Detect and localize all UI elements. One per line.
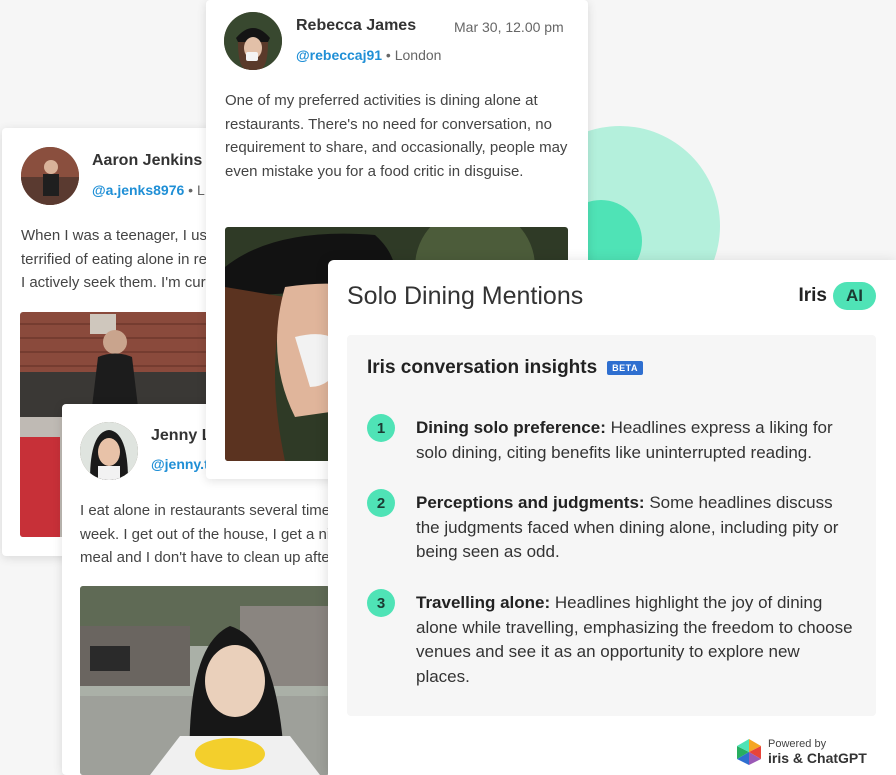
ai-badge: AI <box>833 282 876 310</box>
author-name[interactable]: Rebecca James <box>296 17 416 35</box>
avatar-photo <box>80 422 138 480</box>
powered-by-label: Powered by <box>768 738 827 750</box>
insight-heading: Perceptions and judgments: <box>416 493 645 512</box>
insights-panel: Solo Dining Mentions Iris AI Iris conver… <box>328 260 896 775</box>
author-meta: @jenny.t <box>151 456 209 472</box>
brand-name: Iris <box>798 285 827 306</box>
author-handle[interactable]: @rebeccaj91 <box>296 47 382 63</box>
author-location: • L <box>184 182 205 198</box>
insight-text: Dining solo preference: Headlines expres… <box>416 416 856 465</box>
post-body: When I was a teenager, I used to be terr… <box>21 227 232 291</box>
stage: Aaron Jenkins @a.jenks8976 • L When I wa… <box>0 0 896 775</box>
insight-text: Perceptions and judgments: Some headline… <box>416 491 856 565</box>
insight-heading: Dining solo preference: <box>416 418 606 437</box>
post-body: I eat alone in restaurants several times… <box>80 502 330 566</box>
iris-logo-icon <box>737 739 761 765</box>
insight-heading: Travelling alone: <box>416 593 551 612</box>
post-photo[interactable] <box>80 586 330 775</box>
insight-number: 2 <box>367 489 395 517</box>
avatar-photo <box>224 12 282 70</box>
author-name[interactable]: Aaron Jenkins <box>92 152 202 170</box>
avatar-photo <box>21 147 79 205</box>
post-date: Mar 30, 12.00 pm <box>454 19 564 35</box>
powered-by: Powered by iris & ChatGPT <box>736 738 867 766</box>
avatar[interactable] <box>224 12 282 70</box>
brand: Iris AI <box>798 282 876 310</box>
post-body: One of my preferred activities is dining… <box>225 92 568 180</box>
avatar[interactable] <box>80 422 138 480</box>
panel-title: Solo Dining Mentions <box>347 282 584 310</box>
insights-heading: Iris conversation insights BETA <box>367 357 644 379</box>
avatar[interactable] <box>21 147 79 205</box>
insights-title: Iris conversation insights <box>367 357 598 378</box>
author-handle[interactable]: @jenny.t <box>151 456 209 472</box>
insight-number: 1 <box>367 414 395 442</box>
author-name[interactable]: Jenny L <box>151 427 211 445</box>
insight-text: Travelling alone: Headlines highlight th… <box>416 591 856 689</box>
powered-by-brand: iris & ChatGPT <box>768 750 867 766</box>
author-location: • London <box>382 47 442 63</box>
author-handle[interactable]: @a.jenks8976 <box>92 182 184 198</box>
beta-badge: BETA <box>607 361 644 375</box>
insight-number: 3 <box>367 589 395 617</box>
author-meta: @rebeccaj91 • London <box>296 47 441 63</box>
author-meta: @a.jenks8976 • L <box>92 182 205 198</box>
insights-box: Iris conversation insights BETA 1 Dining… <box>347 335 876 716</box>
post-image <box>80 586 330 775</box>
